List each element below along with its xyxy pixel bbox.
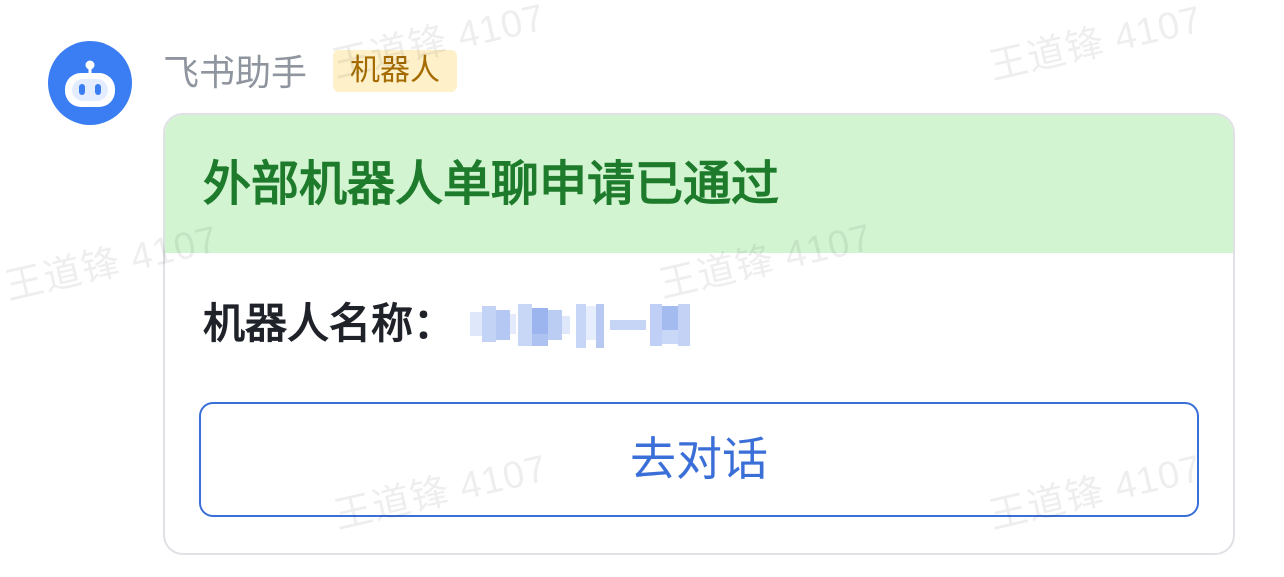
card-title: 外部机器人单聊申请已通过 xyxy=(203,158,780,211)
sender-name: 飞书助手 xyxy=(163,52,308,93)
robot-icon xyxy=(65,60,115,107)
message-card: 外部机器人单聊申请已通过 机器人名称： 去对话 xyxy=(163,113,1235,555)
bot-badge: 机器人 xyxy=(333,50,457,92)
card-header: 外部机器人单聊申请已通过 xyxy=(165,115,1233,253)
redacted-bot-name xyxy=(470,300,692,350)
go-to-chat-button[interactable]: 去对话 xyxy=(199,402,1199,517)
sender-avatar[interactable] xyxy=(48,41,132,125)
watermark: 王道锋 4107 xyxy=(985,0,1207,89)
bot-name-label: 机器人名称： xyxy=(203,300,456,347)
